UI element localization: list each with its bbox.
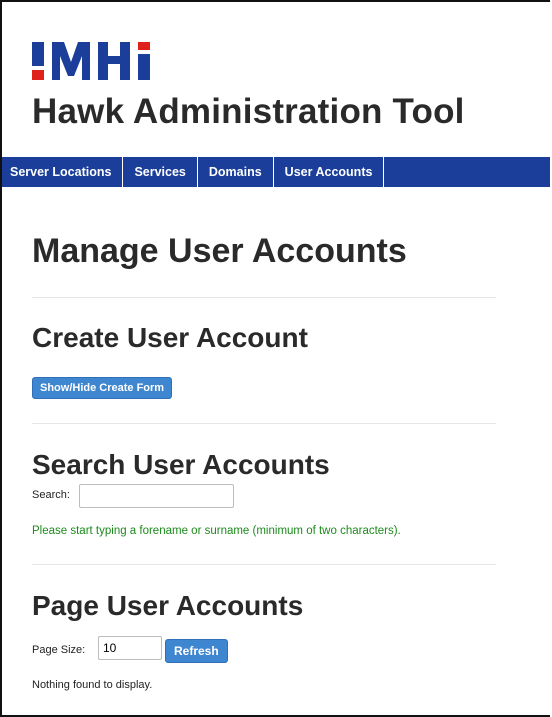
create-section-title: Create User Account xyxy=(32,322,308,353)
nav-item-domains[interactable]: Domains xyxy=(198,157,274,187)
nav-item-services[interactable]: Services xyxy=(123,157,198,187)
show-hide-create-form-button[interactable]: Show/Hide Create Form xyxy=(32,377,173,399)
page-section-title: Page User Accounts xyxy=(32,590,304,621)
nav-item-server-locations[interactable]: Server Locations xyxy=(2,157,124,187)
nav-item-user-accounts[interactable]: User Accounts xyxy=(274,157,385,187)
page-size-label: Page Size: xyxy=(32,644,86,656)
main-navbar: Server Locations Services Domains User A… xyxy=(2,157,550,187)
search-label: Search: xyxy=(32,489,70,501)
divider xyxy=(32,297,496,298)
page-title: Manage User Accounts xyxy=(32,232,407,270)
search-hint: Please start typing a forename or surnam… xyxy=(32,525,401,537)
search-input[interactable] xyxy=(79,484,234,508)
divider xyxy=(32,564,496,565)
search-section-title: Search User Accounts xyxy=(32,449,330,480)
app-title: Hawk Administration Tool xyxy=(32,92,465,131)
refresh-button[interactable]: Refresh xyxy=(165,639,228,663)
divider xyxy=(32,423,496,424)
empty-message: Nothing found to display. xyxy=(32,679,153,691)
page-size-input[interactable] xyxy=(98,636,162,660)
page-frame: Hawk Administration Tool Server Location… xyxy=(0,0,550,717)
mhi-logo xyxy=(32,42,150,80)
